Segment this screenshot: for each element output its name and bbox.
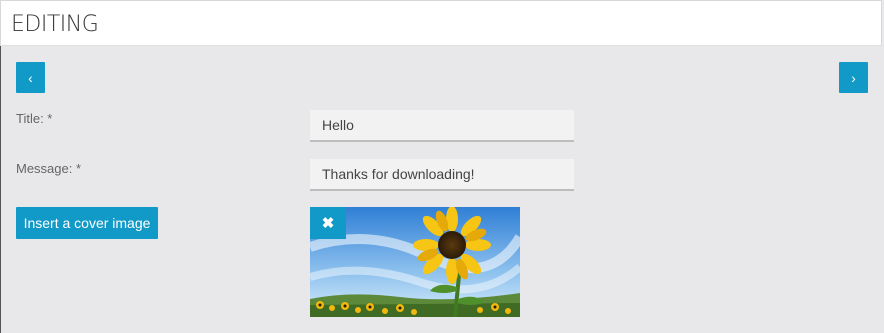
title-label: Title: * [16, 111, 53, 126]
header-bar: EDITING [0, 0, 882, 46]
previous-button[interactable]: ‹ [16, 62, 45, 93]
left-border [0, 46, 1, 333]
close-icon: ✖ [321, 215, 335, 232]
title-input[interactable]: Hello [310, 110, 574, 142]
remove-image-button[interactable]: ✖ [310, 207, 346, 239]
next-button[interactable]: › [839, 62, 868, 93]
chevron-left-icon: ‹ [28, 69, 33, 86]
message-input[interactable]: Thanks for downloading! [310, 159, 574, 191]
chevron-right-icon: › [851, 69, 856, 86]
insert-cover-image-button[interactable]: Insert a cover image [16, 207, 158, 239]
page-title: EDITING [11, 12, 99, 37]
message-label: Message: * [16, 161, 82, 176]
